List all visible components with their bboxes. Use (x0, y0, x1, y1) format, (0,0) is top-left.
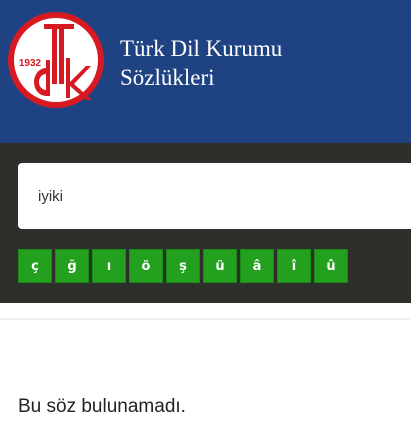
char-button-u-umlaut[interactable]: ü (203, 249, 237, 283)
tdk-logo[interactable]: 1932 (6, 10, 106, 110)
site-brand[interactable]: Türk Dil Kurumu Sözlükleri (120, 34, 282, 92)
not-found-message: Bu söz bulunamadı. (18, 396, 186, 417)
char-button-g-breve[interactable]: ğ (55, 249, 89, 283)
site-header: 1932 Türk Dil Kurumu Sözlükleri (0, 0, 411, 143)
char-button-s-cedilla[interactable]: ş (166, 249, 200, 283)
char-button-dotless-i[interactable]: ı (92, 249, 126, 283)
search-box (18, 163, 411, 229)
brand-title-line2: Sözlükleri (120, 65, 215, 90)
logo-year: 1932 (19, 58, 42, 69)
char-button-u-circumflex[interactable]: û (314, 249, 348, 283)
search-input[interactable] (38, 185, 398, 207)
brand-title-line1: Türk Dil Kurumu (120, 36, 283, 61)
char-button-o-umlaut[interactable]: ö (129, 249, 163, 283)
search-section: ç ğ ı ö ş ü â î û (0, 143, 411, 303)
char-button-a-circumflex[interactable]: â (240, 249, 274, 283)
result-panel: Bu söz bulunamadı. (0, 320, 411, 437)
char-button-c-cedilla[interactable]: ç (18, 249, 52, 283)
special-char-keyboard: ç ğ ı ö ş ü â î û (18, 249, 348, 285)
char-button-i-circumflex[interactable]: î (277, 249, 311, 283)
